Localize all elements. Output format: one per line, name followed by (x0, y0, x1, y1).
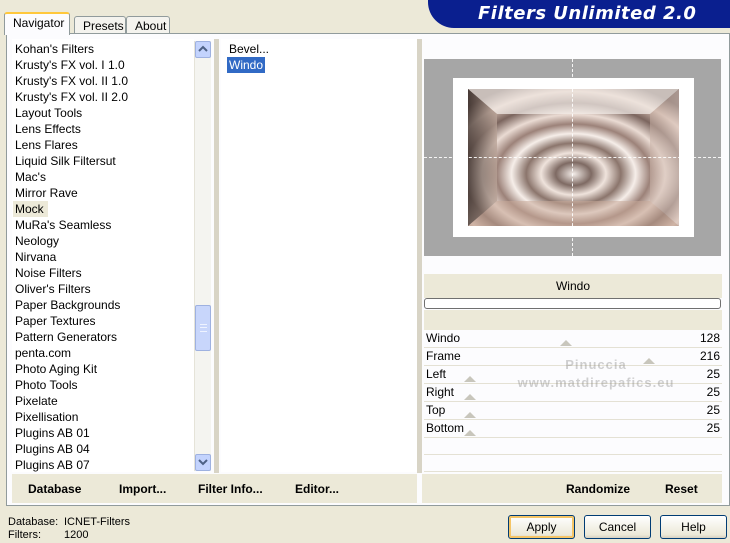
category-item[interactable]: Lens Flares (15, 137, 78, 153)
filter-title: Windo (555, 279, 590, 293)
filter-title-band: Windo (424, 274, 722, 298)
category-item[interactable]: MuRa's Seamless (15, 217, 111, 233)
category-item[interactable]: Photo Tools (15, 377, 78, 393)
param-row-top[interactable]: Top 25 (424, 402, 722, 420)
category-item[interactable]: penta.com (15, 345, 71, 361)
slider-thumb-icon[interactable] (643, 358, 656, 364)
category-item[interactable]: Layout Tools (15, 105, 82, 121)
param-row-right[interactable]: Right 25 (424, 384, 722, 402)
slider-thumb-icon[interactable] (560, 340, 573, 346)
progress-bar (424, 298, 721, 309)
database-label: Database: (8, 516, 59, 528)
param-value: 25 (706, 385, 720, 399)
category-item[interactable]: Pattern Generators (15, 329, 117, 345)
status-info: Database: ICNET-Filters Filters: 1200 (8, 516, 130, 542)
editor-button[interactable]: Editor... (295, 482, 339, 496)
category-scrollbar[interactable] (194, 41, 211, 471)
scroll-up-button[interactable] (195, 41, 211, 58)
grip-icon (200, 324, 207, 332)
chevron-down-icon (198, 459, 208, 466)
category-item[interactable]: Photo Aging Kit (15, 361, 97, 377)
category-item[interactable]: Mock (13, 201, 48, 217)
tab-about[interactable]: About (126, 16, 170, 34)
param-label: Right (426, 385, 455, 399)
app-banner: Filters Unlimited 2.0 (428, 0, 730, 28)
slider-thumb-icon[interactable] (463, 394, 476, 400)
preview-crosshair-horizontal (424, 157, 721, 158)
category-item[interactable]: Noise Filters (15, 265, 82, 281)
param-value: 25 (706, 367, 720, 381)
category-item[interactable]: Oliver's Filters (15, 281, 91, 297)
database-value: ICNET-Filters (64, 516, 130, 528)
import-button[interactable]: Import... (119, 482, 166, 496)
param-spacer (424, 310, 722, 330)
randomize-button[interactable]: Randomize (566, 482, 630, 496)
empty-param-row (424, 455, 722, 472)
reset-button[interactable]: Reset (665, 482, 698, 496)
param-value: 25 (706, 421, 720, 435)
apply-button[interactable]: Apply (508, 515, 575, 539)
column-divider (214, 39, 219, 473)
database-button[interactable]: Database (28, 482, 81, 496)
category-item[interactable]: Mac's (15, 169, 46, 185)
category-item[interactable]: Plugins AB 01 (15, 425, 90, 441)
slider-thumb-icon[interactable] (463, 412, 476, 418)
chevron-up-icon (198, 45, 208, 52)
category-item[interactable]: Lens Effects (15, 121, 81, 137)
filters-count-value: 1200 (64, 529, 89, 541)
filters-count-label: Filters: (8, 529, 41, 541)
param-row-frame[interactable]: Frame 216 (424, 348, 722, 366)
help-button[interactable]: Help (660, 515, 727, 539)
slider-thumb-icon[interactable] (463, 376, 476, 382)
filter-item[interactable]: Bevel... (227, 41, 271, 57)
param-label: Bottom (426, 421, 465, 435)
scroll-down-button[interactable] (195, 454, 211, 471)
category-item[interactable]: Krusty's FX vol. I 1.0 (15, 57, 125, 73)
param-value: 216 (699, 349, 720, 363)
app-title: Filters Unlimited 2.0 (478, 3, 697, 24)
filter-list[interactable]: Bevel... Windo (221, 39, 417, 472)
preview-area[interactable] (424, 59, 721, 256)
param-value: 128 (699, 331, 720, 345)
filter-info-button[interactable]: Filter Info... (198, 482, 263, 496)
param-row-left[interactable]: Left 25 (424, 366, 722, 384)
category-item[interactable]: Krusty's FX vol. II 1.0 (15, 73, 128, 89)
category-list[interactable]: Kohan's Filters Krusty's FX vol. I 1.0 Kru… (12, 39, 194, 472)
scroll-thumb[interactable] (195, 305, 211, 351)
category-item[interactable]: Pixellisation (15, 409, 78, 425)
param-value: 25 (706, 403, 720, 417)
category-item[interactable]: Paper Backgrounds (15, 297, 120, 313)
column-divider (417, 39, 422, 473)
param-row-windo[interactable]: Windo 128 (424, 330, 722, 348)
slider-thumb-icon[interactable] (463, 430, 476, 436)
tab-presets[interactable]: Presets (74, 16, 126, 34)
category-item[interactable]: Krusty's FX vol. II 2.0 (15, 89, 128, 105)
empty-param-row (424, 438, 722, 455)
category-item[interactable]: Liquid Silk Filtersut (15, 153, 116, 169)
category-item[interactable]: Kohan's Filters (15, 41, 94, 57)
param-label: Windo (426, 331, 461, 345)
category-item[interactable]: Pixelate (15, 393, 58, 409)
param-label: Frame (426, 349, 461, 363)
param-label: Left (426, 367, 447, 381)
filter-item[interactable]: Windo (227, 57, 266, 73)
category-item[interactable]: Nirvana (15, 249, 56, 265)
category-item[interactable]: Mirror Rave (15, 185, 78, 201)
command-bar-right: Randomize Reset (422, 474, 722, 503)
category-item[interactable]: Plugins AB 04 (15, 441, 90, 457)
param-label: Top (426, 403, 446, 417)
tab-navigator[interactable]: Navigator (4, 12, 70, 35)
category-item[interactable]: Plugins AB 07 (15, 457, 90, 472)
category-item[interactable]: Neology (15, 233, 59, 249)
command-bar-left: Database Import... Filter Info... Editor… (12, 474, 417, 503)
cancel-button[interactable]: Cancel (584, 515, 651, 539)
category-item[interactable]: Paper Textures (15, 313, 96, 329)
param-row-bottom[interactable]: Bottom 25 (424, 420, 722, 438)
